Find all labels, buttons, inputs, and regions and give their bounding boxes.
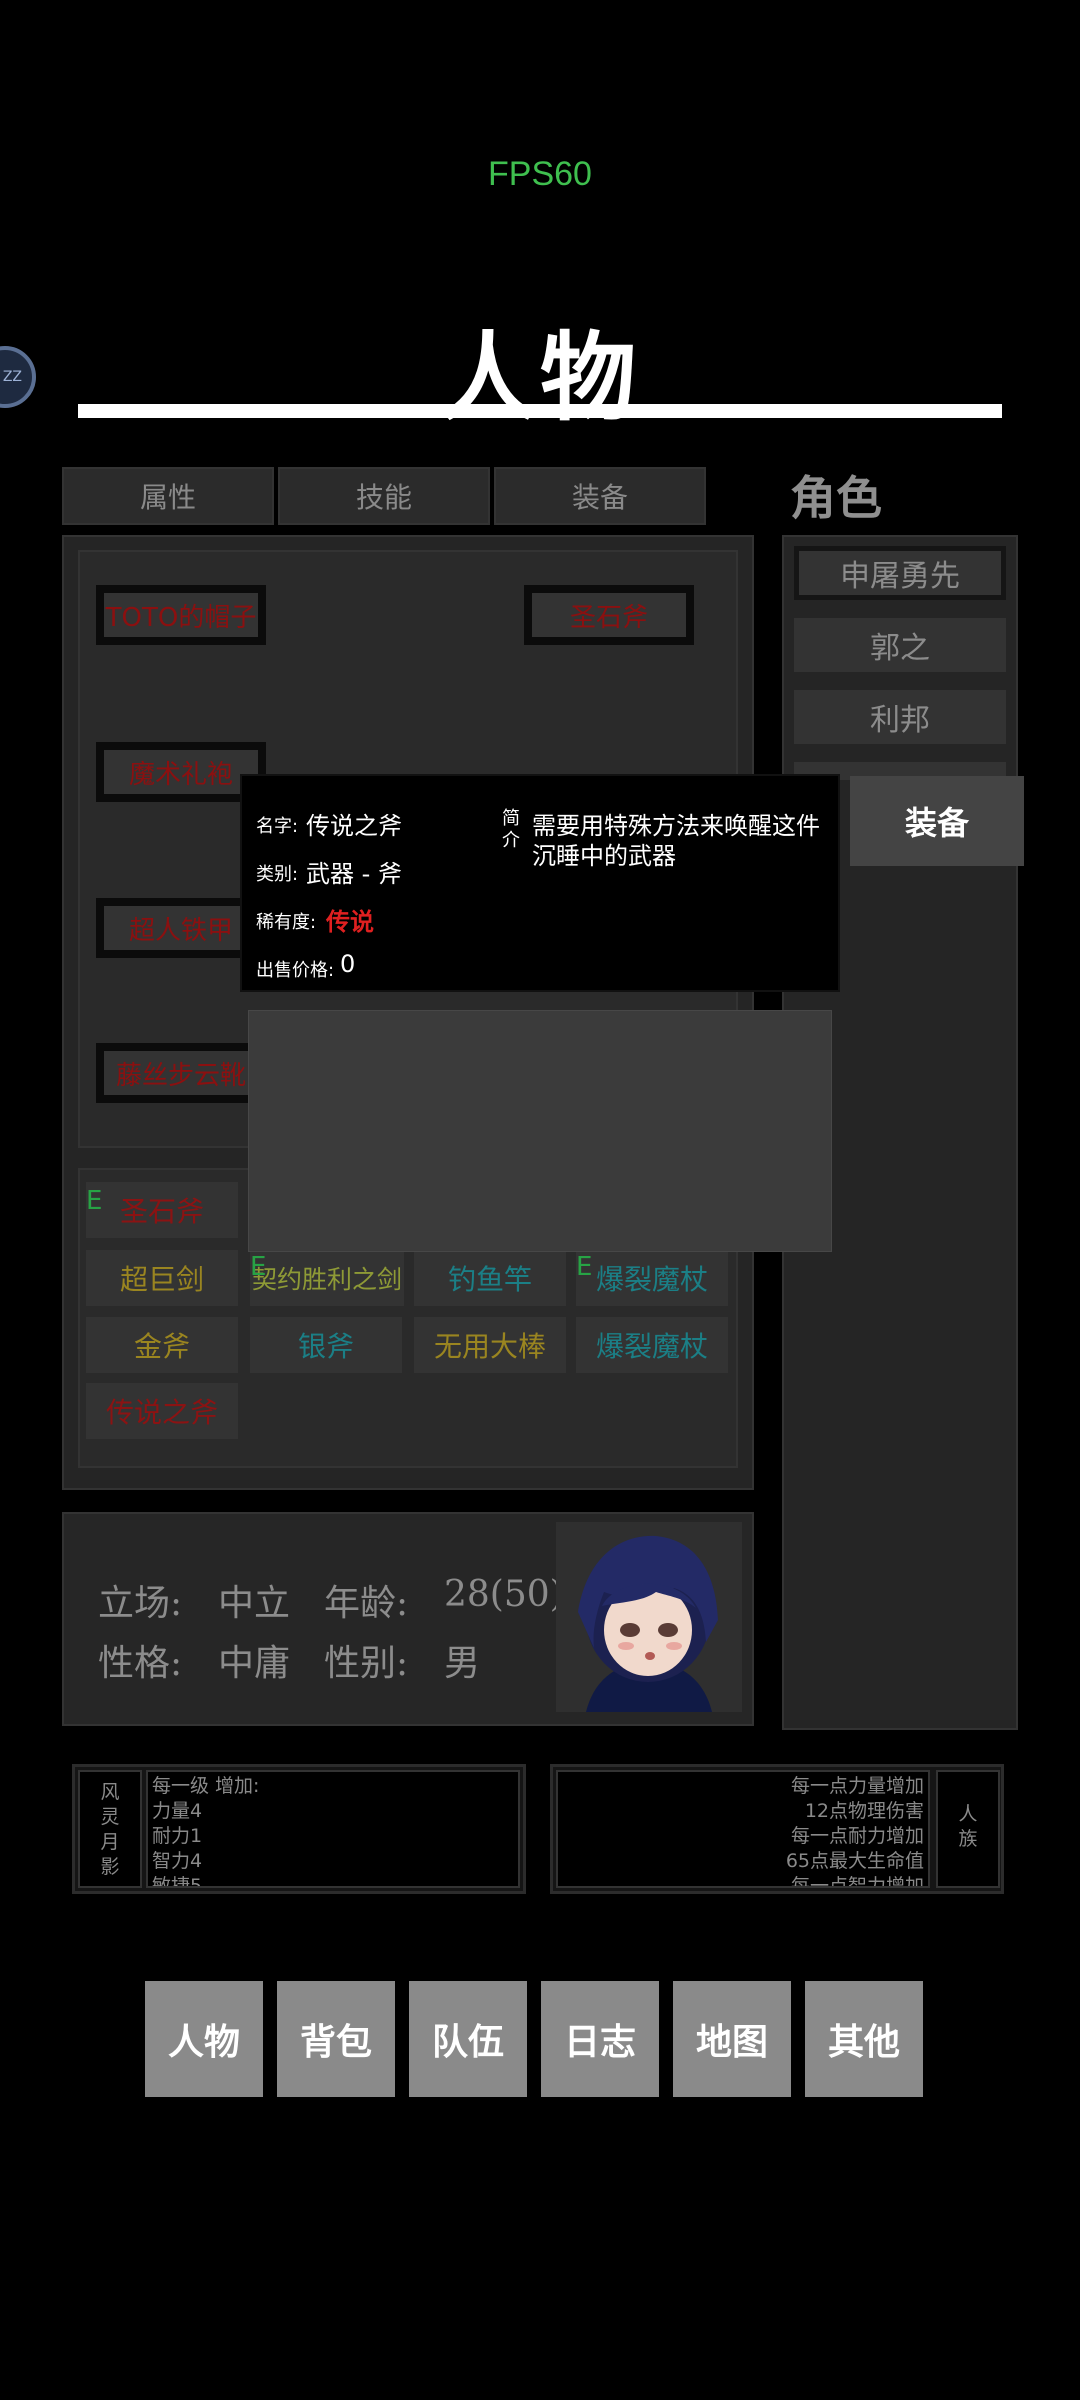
inventory-item-label: 超巨剑 [119, 1263, 204, 1296]
gender-label: 性别: [324, 1643, 409, 1684]
class-tag-char: 灵 [100, 1806, 120, 1828]
nav-team-button[interactable]: 队伍 [409, 1981, 527, 2097]
inventory-item[interactable]: 契约胜利之剑 [250, 1250, 404, 1306]
item-type-value: 武器 - 斧 [306, 860, 402, 888]
race-tag-char: 族 [958, 1828, 978, 1850]
bonus-line: 敏捷5 [152, 1875, 203, 1888]
nav-bag-button[interactable]: 背包 [277, 1981, 395, 2097]
inventory-item-label: 爆裂魔杖 [595, 1330, 708, 1363]
equip-slot-label: TOTO的帽子 [105, 602, 257, 633]
item-type-label: 类别: [256, 864, 299, 885]
stance-label: 立场: [98, 1583, 183, 1624]
age-value: 28(50) [444, 1574, 564, 1615]
bonus-line: 每一点耐力增加 [790, 1825, 924, 1847]
tab-skills[interactable]: 技能 [278, 467, 490, 525]
item-desc-line2: 沉睡中的武器 [532, 842, 676, 870]
item-desc-label: 简介 [502, 808, 520, 851]
character-portrait [556, 1522, 742, 1712]
race-bonus-text[interactable]: 每一点力量增加 12点物理伤害 每一点耐力增加 65点最大生命值 每一点智力增加 [556, 1770, 930, 1888]
equipped-tag: E [576, 1252, 593, 1282]
popup-detail-box [248, 1010, 832, 1252]
equipped-tag: E [250, 1252, 267, 1282]
inventory-item-label: 传说之斧 [105, 1396, 218, 1429]
race-tag: 人 族 [936, 1770, 1000, 1888]
nav-log-button[interactable]: 日志 [541, 1981, 659, 2097]
level-bonus-text[interactable]: 每一级 增加: 力量4 耐力1 智力4 敏捷5 [146, 1770, 520, 1888]
inventory-item-label: 契约胜利之剑 [251, 1265, 402, 1294]
class-tag-char: 影 [100, 1856, 120, 1878]
inventory-item[interactable]: 爆裂魔杖 [576, 1250, 728, 1306]
bonus-line: 耐力1 [152, 1825, 203, 1847]
equip-slot-label: 藤丝步云靴 [115, 1060, 246, 1091]
page-title: 人物 [440, 321, 640, 434]
role-item[interactable]: 利邦 [794, 690, 1006, 744]
equip-slot-label: 圣石斧 [569, 602, 648, 633]
bonus-line: 智力4 [152, 1850, 203, 1872]
stance-value: 中立 [218, 1583, 291, 1624]
role-item[interactable]: 申屠勇先 [794, 546, 1006, 600]
role-item[interactable]: 郭之 [794, 618, 1006, 672]
inventory-item[interactable]: 圣石斧 [86, 1182, 238, 1238]
inventory-item[interactable]: 传说之斧 [86, 1383, 238, 1439]
tab-attributes[interactable]: 属性 [62, 467, 274, 525]
nav-other-button[interactable]: 其他 [805, 1981, 923, 2097]
item-rarity-value: 传说 [326, 908, 374, 936]
equip-slot-label: 超人铁甲 [128, 915, 233, 946]
inventory-item-label: 钓鱼竿 [447, 1263, 532, 1296]
class-tag: 风 灵 月 影 [78, 1770, 142, 1888]
equip-slot-head[interactable]: TOTO的帽子 [96, 585, 266, 645]
inventory-item[interactable]: 金斧 [86, 1317, 238, 1373]
equip-slot-label: 魔术礼袍 [128, 759, 233, 790]
inventory-item-label: 银斧 [297, 1330, 354, 1363]
title-underline [78, 404, 1002, 418]
item-name-value: 传说之斧 [306, 812, 402, 840]
fps-counter: FPS60 [488, 155, 592, 193]
item-name-label: 名字: [256, 816, 299, 837]
inventory-item-label: 无用大棒 [433, 1330, 546, 1363]
bonus-line: 每一级 增加: [152, 1775, 260, 1797]
equipped-tag: E [86, 1186, 103, 1216]
item-price-value: 0 [340, 950, 356, 978]
personality-label: 性格: [98, 1643, 183, 1684]
item-rarity-label: 稀有度: [256, 912, 317, 933]
inventory-item-label: 金斧 [133, 1330, 190, 1363]
bonus-line: 力量4 [152, 1800, 203, 1822]
age-label: 年龄: [324, 1583, 409, 1624]
inventory-item[interactable]: 钓鱼竿 [414, 1250, 566, 1306]
nav-character-button[interactable]: 人物 [145, 1981, 263, 2097]
equip-slot-weapon[interactable]: 圣石斧 [524, 585, 694, 645]
race-tag-char: 人 [958, 1803, 978, 1825]
equip-button[interactable]: 装备 [850, 776, 1024, 866]
inventory-item-label: 爆裂魔杖 [595, 1263, 708, 1296]
inventory-item[interactable]: 无用大棒 [414, 1317, 566, 1373]
portrait-image [578, 1535, 718, 1712]
equip-slot-boots[interactable]: 藤丝步云靴 [96, 1043, 266, 1103]
item-price-label: 出售价格: [256, 960, 335, 981]
bonus-line: 每一点智力增加 [790, 1875, 924, 1888]
role-header: 角色 [790, 471, 882, 525]
inventory-item[interactable]: 超巨剑 [86, 1250, 238, 1306]
nav-map-button[interactable]: 地图 [673, 1981, 791, 2097]
inventory-item-label: 圣石斧 [119, 1195, 204, 1228]
bonus-line: 65点最大生命值 [785, 1850, 924, 1872]
inventory-item[interactable]: 爆裂魔杖 [576, 1317, 728, 1373]
tab-equipment[interactable]: 装备 [494, 467, 706, 525]
class-tag-char: 月 [100, 1831, 120, 1853]
bonus-line: 每一点力量增加 [790, 1775, 924, 1797]
inventory-item[interactable]: 银斧 [250, 1317, 402, 1373]
gender-value: 男 [444, 1643, 481, 1684]
personality-value: 中庸 [218, 1643, 291, 1684]
class-tag-char: 风 [100, 1781, 120, 1803]
bonus-line: 12点物理伤害 [804, 1800, 924, 1822]
